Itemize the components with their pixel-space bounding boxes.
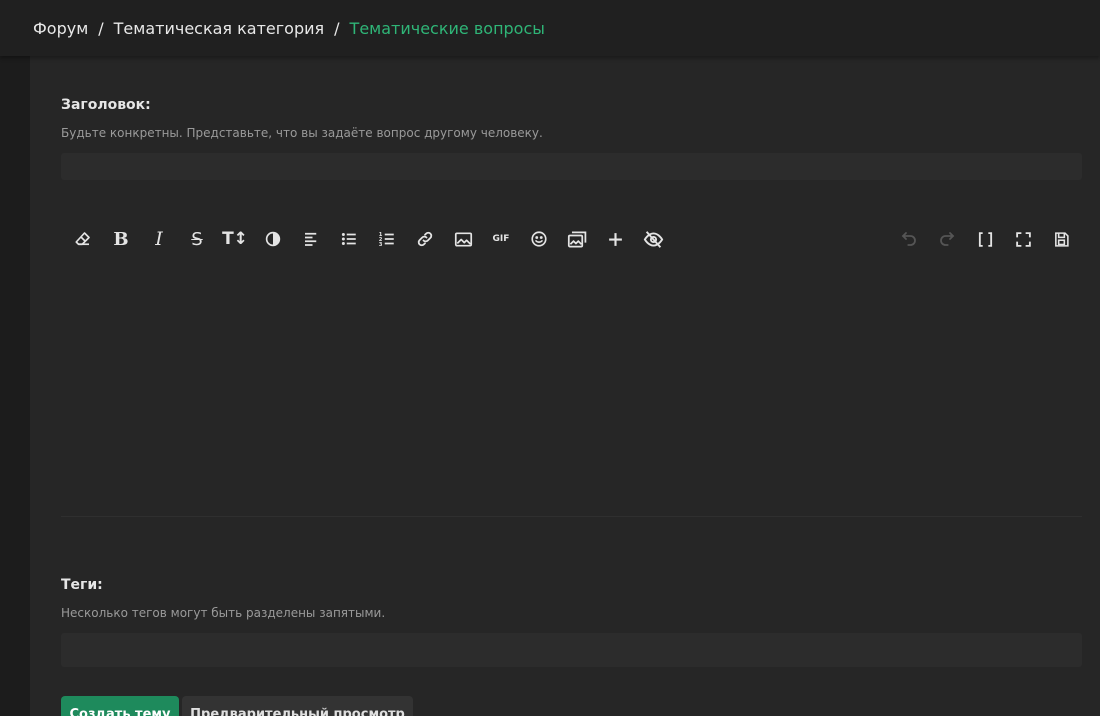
tags-label: Теги: [61,577,103,593]
hide-icon[interactable] [634,224,672,254]
editor-toolbar-left: B I S T↕ 1 2 3 GIF [64,224,672,254]
emoji-icon[interactable] [520,224,558,254]
breadcrumb: Форум / Тематическая категория / Тематич… [0,0,1100,56]
eraser-icon[interactable] [64,224,102,254]
undo-icon[interactable] [890,224,928,254]
editor-content-area[interactable] [61,264,1082,514]
breadcrumb-link-category[interactable]: Тематическая категория [114,19,325,38]
brackets-icon[interactable] [966,224,1004,254]
text-size-icon[interactable]: T↕ [216,224,254,254]
contrast-icon[interactable] [254,224,292,254]
strikethrough-icon[interactable]: S [178,224,216,254]
rich-text-editor: B I S T↕ 1 2 3 GIF [61,218,1082,517]
title-hint: Будьте конкретны. Представьте, что вы за… [61,126,543,140]
tags-hint: Несколько тегов могут быть разделены зап… [61,606,386,620]
link-icon[interactable] [406,224,444,254]
gallery-icon[interactable] [558,224,596,254]
editor-toolbar-right [890,224,1080,254]
create-topic-button[interactable]: Создать тему [61,696,179,716]
save-icon[interactable] [1042,224,1080,254]
svg-text:3: 3 [379,242,383,248]
italic-icon[interactable]: I [140,224,178,254]
bullet-list-icon[interactable] [330,224,368,254]
redo-icon[interactable] [928,224,966,254]
numbered-list-icon[interactable]: 123 [368,224,406,254]
plus-icon[interactable] [596,224,634,254]
page: Форум / Тематическая категория / Тематич… [0,0,1100,716]
image-icon[interactable] [444,224,482,254]
breadcrumb-link-forum[interactable]: Форум [33,19,88,38]
breadcrumb-separator: / [98,18,104,38]
title-label: Заголовок: [61,97,151,113]
fullscreen-icon[interactable] [1004,224,1042,254]
gif-icon[interactable]: GIF [482,224,520,254]
left-gutter [0,56,30,716]
bold-icon[interactable]: B [102,224,140,254]
tags-input[interactable] [61,633,1082,667]
preview-button[interactable]: Предварительный просмотр [182,696,413,716]
align-left-icon[interactable] [292,224,330,254]
breadcrumb-current: Тематические вопросы [349,18,545,38]
breadcrumb-separator: / [334,18,340,38]
title-input[interactable] [61,153,1082,180]
